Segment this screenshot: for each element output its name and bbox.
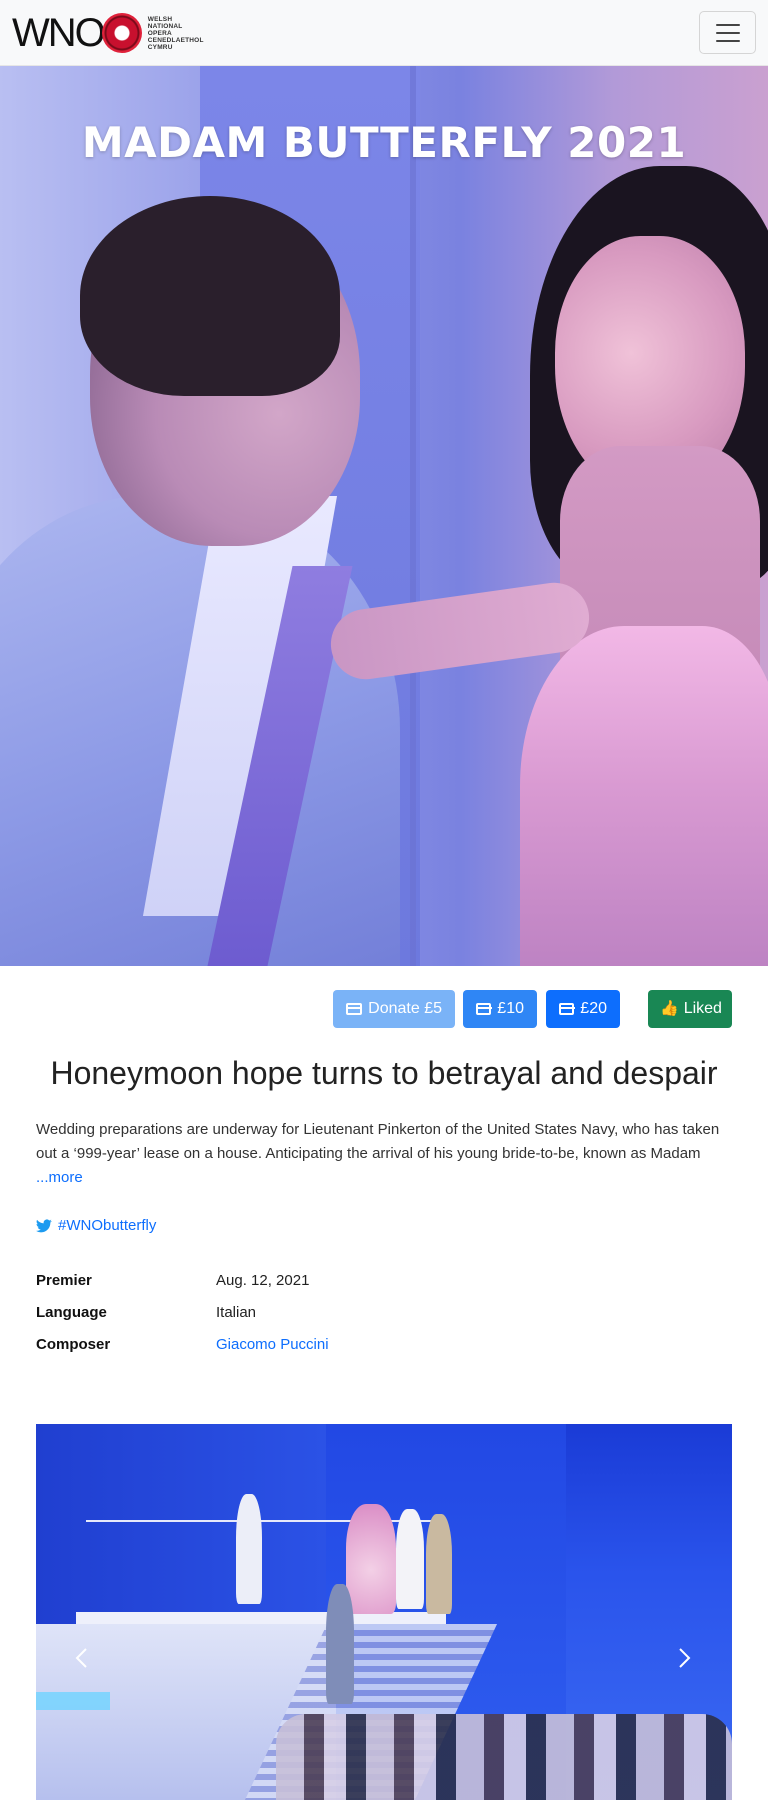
hashtag-label: #WNObutterfly bbox=[58, 1217, 157, 1234]
carousel-prev-button[interactable] bbox=[70, 1646, 94, 1670]
logo-subtitle-line: OPERA bbox=[147, 29, 172, 37]
logo-wordmark: WNO bbox=[12, 11, 106, 55]
chevron-left-icon bbox=[75, 1648, 87, 1668]
photo-carousel bbox=[36, 1424, 732, 1800]
logo-subtitle: WELSH NATIONAL OPERA CENEDLAETHOL CYMRU bbox=[148, 16, 204, 51]
credit-card-icon bbox=[559, 1003, 576, 1015]
hero-title: MADAM BUTTERFLY 2021 bbox=[81, 118, 687, 167]
twitter-hashtag-link[interactable]: #WNObutterfly bbox=[36, 1217, 156, 1234]
donate-20-button[interactable]: £20 bbox=[546, 990, 620, 1028]
fact-label: Composer bbox=[36, 1335, 111, 1353]
opera-facts: Premier Aug. 12, 2021 Language Italian C… bbox=[36, 1264, 736, 1360]
navbar: WNO WELSH NATIONAL OPERA CENEDLAETHOL CY… bbox=[0, 0, 768, 66]
credit-card-icon bbox=[476, 1003, 493, 1015]
liked-label: Liked bbox=[683, 1000, 722, 1017]
synopsis-text: Wedding preparations are underway for Li… bbox=[36, 1118, 736, 1190]
fact-label: Language bbox=[36, 1303, 107, 1321]
menu-toggle-button[interactable] bbox=[699, 11, 756, 54]
synopsis-body: Wedding preparations are underway for Li… bbox=[36, 1121, 720, 1162]
read-more-link[interactable]: ...more bbox=[36, 1169, 83, 1186]
carousel-next-button[interactable] bbox=[672, 1646, 696, 1670]
logo-subtitle-line: CYMRU bbox=[147, 43, 173, 51]
donate-5-button[interactable]: Donate £5 bbox=[333, 990, 455, 1028]
liked-button[interactable]: 👍 Liked bbox=[648, 990, 732, 1028]
fact-value: Italian bbox=[216, 1303, 257, 1321]
logo-ring-icon bbox=[101, 13, 142, 53]
chevron-right-icon bbox=[679, 1648, 691, 1668]
fact-row-language: Language Italian bbox=[36, 1296, 736, 1328]
donate-5-label: Donate £5 bbox=[368, 1000, 442, 1017]
hero-banner: MADAM BUTTERFLY 2021 bbox=[0, 66, 768, 966]
twitter-icon bbox=[36, 1219, 52, 1232]
donate-10-label: £10 bbox=[497, 1000, 524, 1017]
logo-subtitle-line: NATIONAL bbox=[147, 22, 183, 30]
donate-20-label: £20 bbox=[580, 1000, 607, 1017]
fact-row-composer: Composer Giacomo Puccini bbox=[36, 1328, 736, 1360]
thumbs-up-icon: 👍 bbox=[660, 1000, 679, 1017]
article-headline: Honeymoon hope turns to betrayal and des… bbox=[50, 1055, 718, 1091]
composer-link[interactable]: Giacomo Puccini bbox=[216, 1336, 329, 1353]
logo-subtitle-line: WELSH bbox=[147, 15, 173, 23]
fact-value: Aug. 12, 2021 bbox=[216, 1271, 310, 1289]
credit-card-icon bbox=[346, 1003, 363, 1015]
donate-10-button[interactable]: £10 bbox=[463, 990, 537, 1028]
wno-logo[interactable]: WNO WELSH NATIONAL OPERA CENEDLAETHOL CY… bbox=[12, 12, 204, 54]
fact-label: Premier bbox=[36, 1271, 92, 1289]
logo-subtitle-line: CENEDLAETHOL bbox=[147, 36, 204, 44]
fact-row-premier: Premier Aug. 12, 2021 bbox=[36, 1264, 736, 1296]
